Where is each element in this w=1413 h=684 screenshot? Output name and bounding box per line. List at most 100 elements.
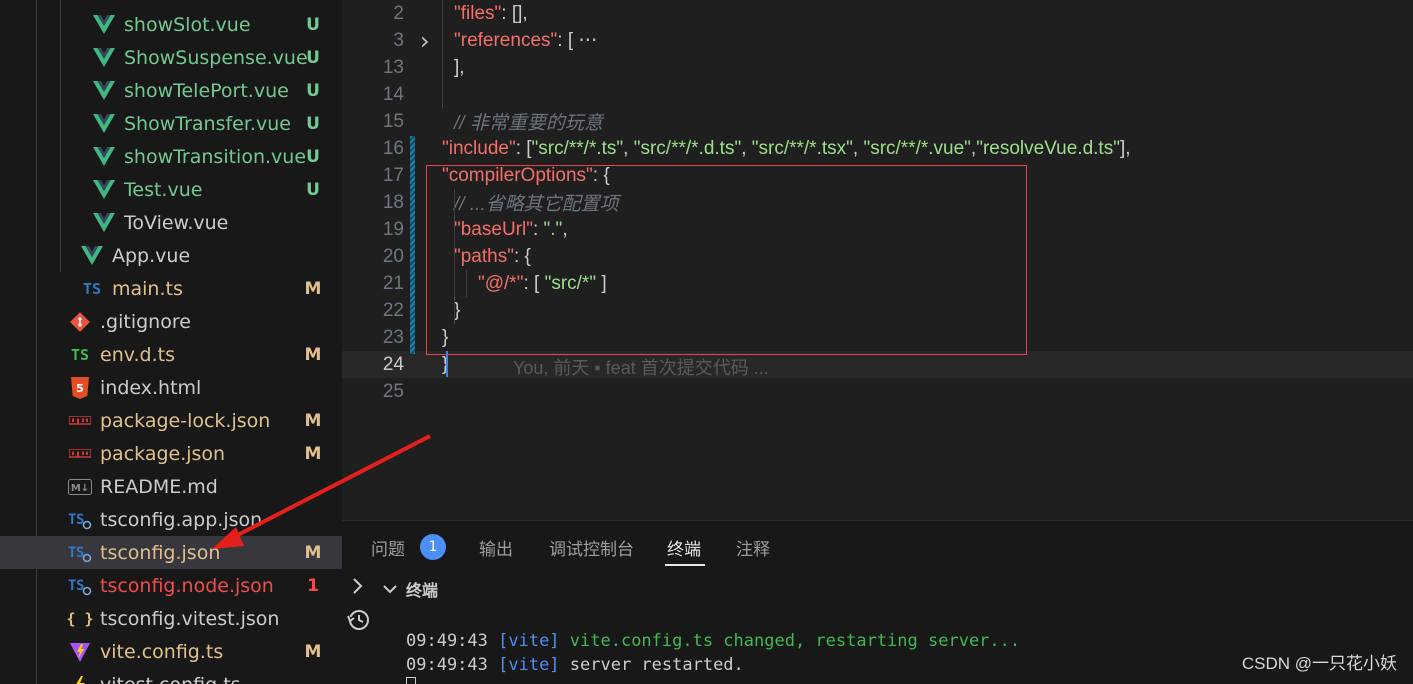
- file-item[interactable]: showTransition.vue U: [0, 140, 342, 173]
- svg-text:5: 5: [76, 382, 84, 395]
- npm-icon: [68, 409, 92, 433]
- file-item[interactable]: T Stsconfig.node.json 1: [0, 569, 342, 602]
- line-number: 25: [382, 380, 404, 402]
- tsconfig-icon: TS: [68, 541, 92, 565]
- line-number: 18: [382, 191, 404, 213]
- line-number: 3: [393, 29, 404, 51]
- file-item[interactable]: package.json M: [0, 437, 342, 470]
- code-line[interactable]: 13],: [342, 54, 1413, 81]
- vue-icon: [92, 13, 116, 37]
- file-name: tsconfig.app.json: [100, 508, 263, 531]
- line-number: 21: [382, 272, 404, 294]
- file-item[interactable]: ShowSuspense.vue U: [0, 41, 342, 74]
- file-item[interactable]: ShowTransfer.vue U: [0, 107, 342, 140]
- vue-icon: [80, 244, 104, 268]
- code-token: "resolveVue.d.ts": [976, 137, 1120, 159]
- terminal-cursor: [406, 677, 416, 684]
- code-line[interactable]: 25: [342, 378, 1413, 405]
- code-token: "src/**/*.vue": [863, 137, 971, 159]
- code-line[interactable]: 2 "files": [],: [342, 0, 1413, 27]
- terminal-tag: [vite]: [498, 631, 570, 651]
- code-line[interactable]: 24}: [342, 351, 1413, 378]
- file-name: ToView.vue: [124, 211, 229, 234]
- line-number: 17: [382, 164, 404, 186]
- file-item[interactable]: .gitignore: [0, 305, 342, 338]
- git-blame-annotation: You, 前天 • feat 首次提交代码 ...: [513, 358, 769, 378]
- file-item[interactable]: TS main.ts M: [0, 272, 342, 305]
- file-item[interactable]: showTelePort.vue U: [0, 74, 342, 107]
- code-line[interactable]: 16 "include": ["src/**/*.ts", "src/**/*.d…: [342, 135, 1413, 162]
- terminal-timestamp: 09:49:43: [406, 631, 499, 651]
- file-item[interactable]: vitest.config.ts: [0, 668, 342, 684]
- code-token: ],: [1119, 137, 1131, 159]
- svg-text:M↓: M↓: [71, 483, 89, 494]
- code-token: ⋯: [578, 30, 598, 51]
- active-tab-underline: [665, 564, 705, 566]
- code-text: ],: [454, 57, 465, 79]
- terminal-message: vite.config.ts changed, restarting serve…: [569, 631, 1021, 651]
- code-token: : [: [557, 30, 579, 51]
- line-number: 24: [382, 353, 404, 375]
- html-icon: 5: [68, 376, 92, 400]
- file-item[interactable]: App.vue: [0, 239, 342, 272]
- git-status-badge: U: [306, 113, 320, 134]
- file-item[interactable]: ToView.vue: [0, 206, 342, 239]
- markdown-icon: M↓: [68, 475, 92, 499]
- code-token: "files": [454, 2, 502, 24]
- code-token: "src/**/*.ts": [531, 137, 624, 159]
- file-item[interactable]: T S tsconfig.app.json: [0, 503, 342, 536]
- fold-chevron-icon[interactable]: ›: [420, 27, 430, 55]
- line-number: 14: [382, 83, 404, 105]
- file-item[interactable]: package-lock.json M: [0, 404, 342, 437]
- git-status-badge: M: [304, 542, 322, 563]
- git-status-badge: M: [304, 443, 322, 464]
- tab-terminal[interactable]: 终端: [667, 535, 701, 560]
- code-token: // 非常重要的玩意: [454, 113, 603, 134]
- code-token: "include": [442, 137, 516, 159]
- tab-output[interactable]: 输出: [479, 535, 513, 560]
- line-number: 13: [382, 56, 404, 78]
- file-item[interactable]: { } tsconfig.vitest.json: [0, 602, 342, 635]
- code-line[interactable]: 14: [342, 81, 1413, 108]
- code-line[interactable]: 15 // 非常重要的玩意: [342, 108, 1413, 135]
- file-item[interactable]: T Stsconfig.json M: [0, 536, 342, 569]
- file-item[interactable]: vite.config.ts M: [0, 635, 342, 668]
- file-name: tsconfig.vitest.json: [100, 607, 280, 630]
- code-editor[interactable]: 2 "files": [], 3 › "references": [ ⋯ 13], 14 15…: [342, 0, 1413, 520]
- history-icon[interactable]: [346, 607, 372, 633]
- tab-debug-console[interactable]: 调试控制台: [549, 535, 634, 560]
- tsconfig-icon: TS: [68, 574, 92, 598]
- code-line[interactable]: 3 › "references": [ ⋯: [342, 27, 1413, 55]
- git-status-badge: U: [306, 146, 320, 167]
- problems-count-badge: 1: [420, 534, 446, 560]
- vue-icon: [92, 211, 116, 235]
- vue-icon: [92, 79, 116, 103]
- file-item[interactable]: M↓ README.md: [0, 470, 342, 503]
- tab-comments[interactable]: 注释: [736, 535, 770, 560]
- terminal-section-title: 终端: [406, 581, 439, 600]
- vite-icon: [68, 640, 92, 664]
- tab-problems[interactable]: 问题: [371, 535, 405, 560]
- file-item[interactable]: Test.vue U: [0, 173, 342, 206]
- ts-green-icon: TS: [70, 345, 90, 364]
- chevron-down-icon[interactable]: [380, 579, 400, 599]
- terminal-tag: [vite]: [498, 655, 570, 675]
- code-token: "src/**/*.d.ts": [633, 137, 742, 159]
- code-token: "references": [454, 30, 558, 51]
- line-number: 16: [382, 137, 404, 159]
- file-item[interactable]: showSlot.vue U: [0, 8, 342, 41]
- watermark: CSDN @一只花小妖: [1241, 654, 1397, 673]
- vue-icon: [92, 112, 116, 136]
- git-icon: [68, 310, 92, 334]
- ts-icon: TS: [82, 279, 102, 298]
- line-number: 19: [382, 218, 404, 240]
- file-item[interactable]: TS env.d.ts M: [0, 338, 342, 371]
- file-item[interactable]: 5 index.html: [0, 371, 342, 404]
- file-name: App.vue: [112, 244, 191, 267]
- indent-guide: [442, 0, 443, 108]
- code-token: ,: [741, 137, 752, 159]
- line-number: 23: [382, 326, 404, 348]
- terminal-timestamp: 09:49:43: [406, 655, 499, 675]
- tsconfig-icon: TS: [68, 508, 92, 532]
- git-status-badge: U: [306, 14, 320, 35]
